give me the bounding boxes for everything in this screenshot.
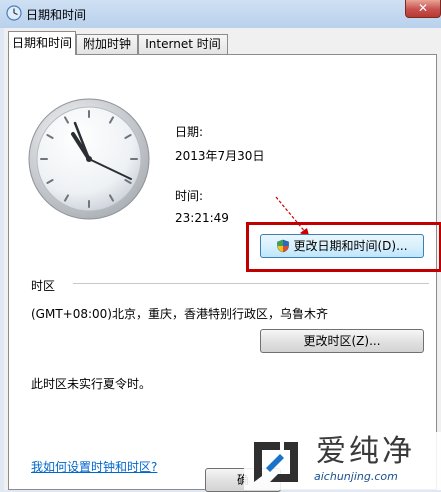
- analog-clock: [28, 98, 150, 220]
- clock-icon: [6, 5, 22, 21]
- tab-label: Internet 时间: [145, 37, 221, 51]
- change-timezone-label: 更改时区(Z)...: [303, 334, 381, 348]
- change-datetime-label: 更改日期和时间(D)...: [293, 239, 408, 253]
- tab-additional-clocks[interactable]: 附加时钟: [76, 34, 138, 54]
- watermark: 爱纯净 aichunjing.com: [244, 432, 441, 490]
- date-value: 2013年7月30日: [175, 149, 265, 163]
- dialog-body: 日期和时间 附加时钟 Internet 时间 日期: 2013年7月30日 时间…: [4, 28, 441, 492]
- timezone-section-label: 时区: [31, 279, 56, 293]
- close-button[interactable]: ✕: [405, 0, 441, 18]
- tab-label: 日期和时间: [11, 36, 72, 50]
- timezone-divider: [73, 283, 429, 284]
- dst-note: 此时区未实行夏令时。: [31, 377, 152, 391]
- window-title: 日期和时间: [26, 8, 87, 22]
- help-link[interactable]: 我如何设置时钟和时区?: [31, 458, 157, 475]
- change-datetime-button[interactable]: 更改日期和时间(D)...: [260, 234, 424, 258]
- date-label: 日期:: [175, 125, 204, 139]
- change-timezone-button[interactable]: 更改时区(Z)...: [260, 329, 424, 353]
- watermark-url: aichunjing.com: [314, 470, 398, 483]
- timezone-value: (GMT+08:00)北京，重庆，香港特别行政区，乌鲁木齐: [31, 307, 328, 321]
- tab-panel: 日期: 2013年7月30日 时间: 23:21:49 更改日期和时间(D)..…: [8, 54, 441, 490]
- title-bar: 日期和时间 ✕: [0, 0, 441, 28]
- uac-shield-icon: [277, 239, 290, 253]
- tab-date-time[interactable]: 日期和时间: [8, 31, 76, 55]
- close-icon: ✕: [417, 1, 429, 15]
- aichunjing-logo-icon: [254, 442, 298, 482]
- tab-internet-time[interactable]: Internet 时间: [138, 34, 228, 54]
- watermark-title: 爱纯净: [316, 434, 415, 469]
- tab-label: 附加时钟: [82, 37, 131, 51]
- time-value: 23:21:49: [175, 211, 229, 225]
- time-label: 时间:: [175, 189, 204, 203]
